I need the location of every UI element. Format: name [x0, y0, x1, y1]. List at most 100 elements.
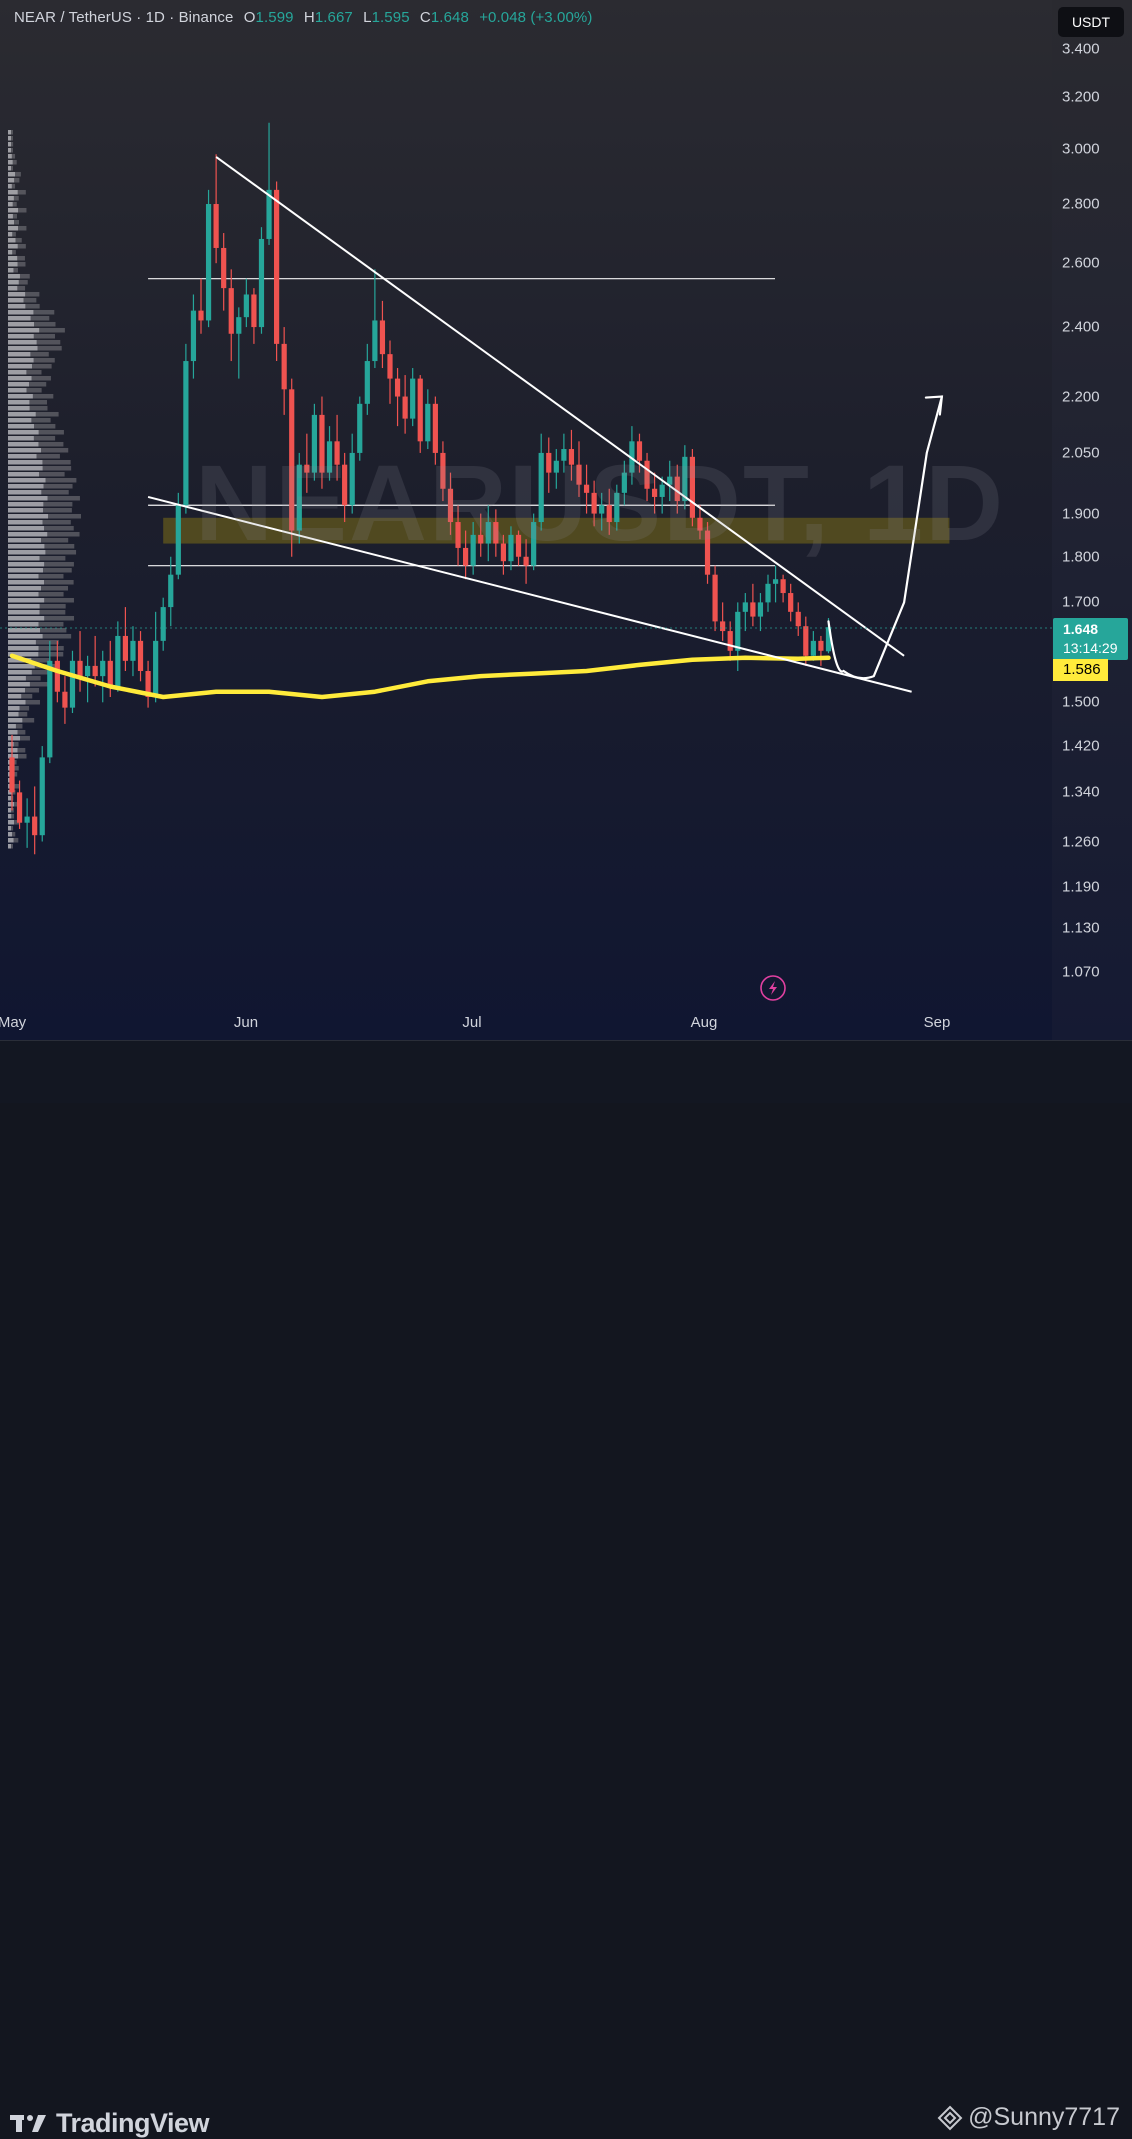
price-tick-label: 2.600: [1062, 254, 1100, 272]
tradingview-logo-icon: [10, 2115, 46, 2132]
volume-profile-bar: [8, 454, 37, 459]
candle-body: [394, 378, 401, 397]
volume-profile-bar: [15, 724, 23, 729]
volume-profile-bar: [41, 490, 69, 495]
volume-profile-bar: [8, 400, 30, 405]
candle-body: [115, 635, 121, 687]
volume-profile-bar: [41, 448, 69, 453]
volume-profile-bar: [29, 400, 47, 405]
volume-profile-bar: [8, 424, 35, 429]
time-label-may: May: [0, 1014, 27, 1031]
volume-profile-bar: [8, 142, 11, 147]
volume-profile-bar: [30, 316, 50, 321]
volume-profile-bar: [8, 184, 12, 189]
volume-profile-bar: [30, 352, 49, 357]
volume-profile-bar: [8, 592, 39, 597]
volume-profile-bar: [8, 490, 42, 495]
trendline: [215, 156, 905, 657]
price-tick-label: 1.420: [1062, 737, 1100, 755]
candle-body: [39, 757, 45, 836]
volume-profile-bar: [8, 310, 34, 315]
volume-profile-bar: [11, 844, 13, 849]
volume-profile-bar: [8, 214, 13, 219]
volume-profile-bar: [32, 394, 54, 399]
volume-profile-bar: [41, 586, 69, 591]
volume-profile-bar: [33, 436, 56, 441]
volume-profile-bar: [8, 526, 45, 531]
candle-body: [772, 579, 779, 584]
volume-profile-bar: [36, 454, 60, 459]
price-tick-label: 2.050: [1062, 444, 1100, 462]
volume-profile-bar: [25, 304, 40, 309]
volume-profile-bar: [8, 262, 18, 267]
tradingview-logo[interactable]: TradingView: [10, 2107, 210, 2139]
volume-profile-bar: [41, 538, 69, 543]
candle-body: [137, 640, 144, 671]
candle-body: [153, 640, 159, 698]
volume-profile-bar: [8, 550, 46, 555]
volume-profile-bar: [8, 748, 18, 753]
candle-body: [803, 626, 809, 656]
volume-profile-bar: [8, 406, 30, 411]
volume-profile-bar: [8, 796, 11, 801]
volume-profile-bar: [45, 478, 77, 483]
high-value: 1.667: [314, 9, 353, 26]
lightning-icon[interactable]: [760, 975, 786, 1001]
volume-profile: [8, 130, 81, 849]
volume-profile-bar: [31, 418, 51, 423]
candle-body: [402, 396, 408, 419]
volume-profile-bar: [8, 478, 46, 483]
volume-profile-bar: [8, 448, 42, 453]
volume-profile-bar: [8, 562, 45, 567]
volume-profile-bar: [40, 628, 67, 633]
volume-profile-bar: [31, 376, 51, 381]
volume-profile-bar: [19, 706, 30, 711]
symbol-name[interactable]: NEAR / TetherUS · 1D · Binance: [14, 9, 233, 26]
candle-body: [410, 378, 416, 419]
volume-profile-bar: [47, 496, 80, 501]
volume-profile-bar: [8, 688, 26, 693]
candle-body: [168, 574, 174, 608]
candle-body: [788, 593, 794, 612]
volume-profile-bar: [11, 136, 13, 141]
volume-profile-bar: [44, 616, 75, 621]
time-label-aug: Aug: [690, 1014, 718, 1031]
candle-body: [425, 403, 431, 442]
moving-average-line: [9, 653, 831, 700]
volume-profile-bar: [8, 244, 18, 249]
candle-body: [130, 640, 136, 661]
volume-profile-bar: [19, 274, 30, 279]
volume-profile-bar: [8, 250, 13, 255]
volume-profile-bar: [14, 220, 20, 225]
volume-profile-bar: [12, 232, 16, 237]
volume-profile-bar: [34, 322, 56, 327]
volume-profile-bar: [11, 148, 13, 153]
volume-profile-bar: [8, 700, 26, 705]
chart-area[interactable]: NEARUSDT, 1D NEAR / TetherUS · 1D · Bina…: [0, 0, 1052, 1040]
volume-profile-bar: [8, 634, 43, 639]
price-tick-label: 1.130: [1062, 919, 1100, 937]
candle-body: [24, 816, 30, 823]
price-scale[interactable]: 3.400 3.200 3.000 2.800 2.600 2.400 2.200 2.050…: [1052, 0, 1132, 1040]
volume-profile-bar: [13, 742, 19, 747]
candle-body: [372, 320, 378, 362]
volume-profile-bar: [8, 640, 36, 645]
candle-body: [85, 665, 91, 677]
volume-profile-bar: [8, 136, 11, 141]
author-name: @Sunny7717: [968, 2103, 1120, 2131]
tradingview-brand: TradingView: [56, 2107, 210, 2138]
volume-profile-bar: [39, 604, 66, 609]
volume-profile-bar: [17, 244, 26, 249]
volume-profile-bar: [11, 142, 14, 147]
candle-body: [387, 354, 393, 379]
volume-profile-bar: [8, 298, 24, 303]
currency-button[interactable]: USDT: [1058, 7, 1124, 37]
volume-profile-bar: [8, 568, 44, 573]
volume-profile-bar: [8, 514, 49, 519]
volume-profile-bar: [38, 430, 64, 435]
volume-profile-bar: [45, 550, 77, 555]
volume-profile-bar: [25, 688, 40, 693]
volume-profile-bar: [18, 280, 28, 285]
volume-profile-bar: [34, 424, 56, 429]
volume-profile-bar: [8, 496, 48, 501]
